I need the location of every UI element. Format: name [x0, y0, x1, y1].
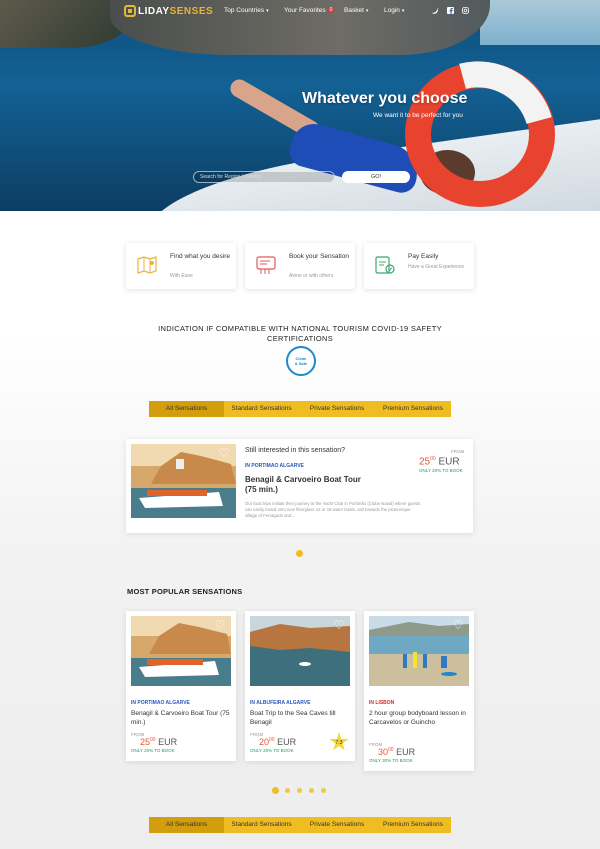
badge-line: & Safe	[294, 361, 308, 366]
feature-subtitle: Have a Great Experience	[408, 264, 465, 270]
logo-text-accent: SENSES	[169, 5, 214, 17]
price: 2500 EUR	[140, 737, 178, 747]
most-popular-heading: MOST POPULAR SENSATIONS	[127, 587, 243, 596]
favorite-heart-icon[interactable]: ♡	[333, 619, 345, 631]
payment-icon	[374, 254, 396, 276]
still-interested-text: Still interested in this sensation?	[245, 447, 345, 454]
price-from-label: FROM	[451, 449, 465, 454]
location-label: IN PORTIMAO ALGARVE	[131, 700, 190, 706]
favorite-heart-icon[interactable]: ♡	[214, 619, 226, 631]
facebook-icon[interactable]	[446, 7, 454, 15]
hero-banner: LIDAY SENSES Top Countries ▾ Your Favorite…	[0, 0, 600, 211]
nav-basket[interactable]: Basket ▾	[344, 7, 368, 14]
price: 2500 EUR	[419, 456, 460, 468]
deposit-note: ONLY 20% TO BOOK	[250, 748, 294, 753]
featured-sensation-card[interactable]: ♡ Still interested in this sensation? IN…	[126, 439, 473, 533]
tab-all-sensations[interactable]: All Sensations	[149, 817, 224, 833]
carousel-dot[interactable]	[297, 788, 302, 793]
carousel-dot-active[interactable]	[272, 787, 279, 794]
tab-premium-sensations[interactable]: Premium Sensations	[375, 401, 451, 417]
logo-text: LIDAY	[138, 5, 170, 17]
tab-private-sensations[interactable]: Private Sensations	[299, 817, 375, 833]
tab-standard-sensations[interactable]: Standard Sensations	[224, 817, 299, 833]
carousel-dot-active[interactable]	[296, 550, 303, 557]
clean-safe-badge: Clean & Safe	[286, 346, 316, 376]
instagram-icon[interactable]	[461, 7, 469, 15]
tab-private-sensations[interactable]: Private Sensations	[299, 401, 375, 417]
popular-card[interactable]: ♡ IN LISBON 2 hour group bodyboard lesso…	[364, 611, 474, 771]
sensation-title[interactable]: Boat Trip to the Sea Caves till Benagil	[250, 709, 350, 727]
deposit-note: ONLY 20% TO BOOK	[131, 748, 175, 753]
rating-star-badge: 7.3	[329, 732, 349, 751]
location-label: IN LISBON	[369, 700, 395, 706]
chevron-down-icon: ▾	[401, 8, 405, 14]
feature-title: Find what you desire	[170, 253, 230, 260]
carousel-dot[interactable]	[309, 788, 314, 793]
feature-find: Find what you desire With Ease	[126, 243, 236, 289]
deposit-note: ONLY 30% TO BOOK	[369, 758, 413, 763]
tab-premium-sensations[interactable]: Premium Sensations	[375, 817, 451, 833]
favorite-heart-icon[interactable]: ♡	[452, 619, 464, 631]
go-button[interactable]: GO!	[342, 171, 410, 183]
twitter-icon[interactable]	[431, 7, 439, 15]
nav-login[interactable]: Login ▾	[384, 7, 404, 14]
nav-your-favorites[interactable]: Your Favorites 0	[284, 7, 335, 14]
favorite-heart-icon[interactable]: ♡	[218, 447, 230, 459]
sensation-title[interactable]: Benagil & Carvoeiro Boat Tour (75 min.)	[245, 475, 365, 495]
lifebuoy-image	[405, 62, 555, 207]
chevron-down-icon: ▾	[365, 8, 369, 14]
feature-subtitle: Alone or with others	[289, 273, 334, 279]
favorites-count-badge: 0	[327, 7, 335, 13]
sensation-type-tabs-bottom: All Sensations Standard Sensations Priva…	[149, 817, 451, 833]
location-label: IN PORTIMAO ALGARVE	[245, 463, 304, 469]
sensation-type-tabs: All Sensations Standard Sensations Priva…	[149, 401, 451, 417]
carousel-dot[interactable]	[321, 788, 326, 793]
logo-icon	[124, 5, 136, 17]
deposit-note: ONLY 20% TO BOOK	[419, 468, 463, 473]
feature-title: Book your Sensation	[289, 253, 349, 260]
top-navigation: LIDAY SENSES Top Countries ▾ Your Favorite…	[0, 0, 600, 24]
region-search-input[interactable]: Search for Region / Country	[193, 171, 335, 183]
tab-standard-sensations[interactable]: Standard Sensations	[224, 401, 299, 417]
sensation-title[interactable]: 2 hour group bodyboard lesson in Carcave…	[369, 709, 469, 727]
feature-book: Book your Sensation Alone or with others	[245, 243, 355, 289]
popular-card[interactable]: ♡ IN PORTIMAO ALGARVE Benagil & Carvoeir…	[126, 611, 236, 761]
feature-title: Pay Easily	[408, 253, 439, 260]
location-label: IN ALBUFEIRA ALGARVE	[250, 700, 311, 706]
nav-top-countries[interactable]: Top Countries ▾	[224, 7, 269, 14]
site-logo[interactable]: LIDAY SENSES	[124, 5, 213, 17]
feature-subtitle: With Ease	[170, 273, 193, 279]
price: 2000 EUR	[259, 737, 297, 747]
price: 3000 EUR	[378, 747, 416, 757]
carousel-dot[interactable]	[285, 788, 290, 793]
hero-title: Whatever you choose	[302, 90, 468, 107]
sensation-description: Our boat trips initiate their journey at…	[245, 501, 421, 518]
map-icon	[136, 254, 158, 276]
chevron-down-icon: ▾	[266, 8, 269, 14]
sensation-title[interactable]: Benagil & Carvoeiro Boat Tour (75 min.)	[131, 709, 231, 727]
feature-pay: Pay Easily Have a Great Experience	[364, 243, 474, 289]
hero-subtitle: We want it to be perfect for you	[373, 112, 463, 119]
covid-certification-heading: INDICATION IF COMPATIBLE WITH NATIONAL T…	[158, 324, 442, 343]
popular-card[interactable]: ♡ IN ALBUFEIRA ALGARVE Boat Trip to the …	[245, 611, 355, 761]
tab-all-sensations[interactable]: All Sensations	[149, 401, 224, 417]
ticket-icon	[255, 254, 277, 276]
